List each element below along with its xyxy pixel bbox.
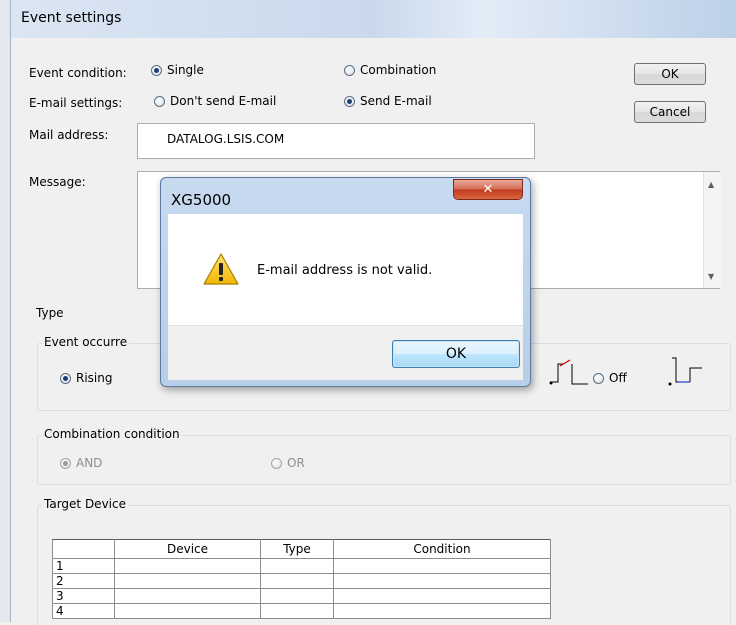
table-cell[interactable]	[333, 603, 551, 619]
radio-indicator	[60, 457, 71, 469]
type-label: Type	[36, 306, 64, 320]
row-number: 2	[52, 573, 115, 589]
table-cell[interactable]	[260, 603, 334, 619]
radio-indicator	[154, 95, 165, 107]
radio-indicator	[344, 64, 355, 76]
table-row[interactable]: 3	[52, 588, 551, 604]
falling-edge-waveform-icon	[549, 359, 588, 385]
event-condition-single-radio[interactable]: Single	[151, 63, 204, 77]
table-header-cell: Condition	[333, 539, 551, 559]
combination-condition-group: Combination condition AND OR	[37, 427, 731, 485]
combination-condition-label: Combination condition	[42, 427, 182, 441]
target-device-label: Target Device	[42, 497, 128, 511]
table-header-cell	[52, 539, 115, 559]
event-condition-combination-radio[interactable]: Combination	[344, 63, 436, 77]
window-titlebar[interactable]: Event settings	[11, 0, 736, 38]
dialog-title: XG5000	[171, 191, 232, 209]
table-header-cell: Type	[260, 539, 334, 559]
row-number: 4	[52, 603, 115, 619]
radio-indicator	[271, 457, 282, 469]
cancel-button[interactable]: Cancel	[634, 101, 706, 123]
table-cell[interactable]	[260, 558, 334, 574]
radio-indicator	[344, 95, 355, 107]
warning-icon	[203, 253, 239, 285]
dialog-ok-button[interactable]: OK	[392, 340, 520, 368]
mail-address-label: Mail address:	[29, 128, 109, 142]
rising-radio[interactable]: Rising	[60, 371, 112, 385]
table-cell[interactable]	[333, 558, 551, 574]
table-cell[interactable]	[114, 573, 261, 589]
and-radio[interactable]: AND	[60, 456, 102, 470]
target-device-group: Target Device Device Type Condition 1 2	[37, 497, 731, 625]
radio-indicator	[593, 372, 604, 384]
dialog-message: E-mail address is not valid.	[257, 263, 433, 278]
mail-address-input[interactable]: DATALOG.LSIS.COM	[137, 123, 535, 159]
radio-label: AND	[76, 456, 103, 470]
dialog-body: E-mail address is not valid.	[168, 214, 523, 325]
table-cell[interactable]	[114, 588, 261, 604]
xg5000-message-dialog: XG5000 ✕ E-mail address is not valid. OK	[160, 177, 531, 387]
scroll-up-arrow-icon[interactable]: ▲	[708, 180, 714, 189]
message-scrollbar[interactable]: ▲ ▼	[703, 172, 721, 288]
send-email-radio[interactable]: Send E-mail	[344, 94, 432, 108]
row-number: 1	[52, 558, 115, 574]
radio-label: Off	[609, 371, 627, 385]
window-title: Event settings	[21, 10, 122, 26]
message-label: Message:	[29, 175, 86, 189]
radio-label: Don't send E-mail	[170, 94, 277, 108]
table-header-cell: Device	[114, 539, 261, 559]
event-occurrence-label: Event occurre	[42, 335, 130, 349]
radio-label: Send E-mail	[360, 94, 432, 108]
radio-indicator	[151, 64, 162, 76]
target-device-table[interactable]: Device Type Condition 1 2 3 4	[52, 539, 551, 619]
desktop-edge	[0, 0, 10, 622]
radio-label: Combination	[360, 63, 437, 77]
table-cell[interactable]	[260, 573, 334, 589]
table-cell[interactable]	[114, 558, 261, 574]
event-condition-label: Event condition:	[29, 66, 127, 80]
radio-indicator	[60, 372, 71, 384]
table-cell[interactable]	[260, 588, 334, 604]
table-header-row: Device Type Condition	[52, 539, 551, 559]
table-cell[interactable]	[333, 573, 551, 589]
table-cell[interactable]	[333, 588, 551, 604]
table-row[interactable]: 1	[52, 558, 551, 574]
row-number: 3	[52, 588, 115, 604]
ok-button[interactable]: OK	[634, 63, 706, 85]
rising-edge-waveform-icon	[668, 357, 702, 386]
table-cell[interactable]	[114, 603, 261, 619]
off-radio[interactable]: Off	[593, 371, 627, 385]
email-settings-label: E-mail settings:	[29, 96, 123, 110]
dont-send-email-radio[interactable]: Don't send E-mail	[154, 94, 276, 108]
table-row[interactable]: 2	[52, 573, 551, 589]
dialog-close-button[interactable]: ✕	[453, 179, 523, 200]
or-radio[interactable]: OR	[271, 456, 305, 470]
radio-label: Single	[167, 63, 204, 77]
radio-label: OR	[287, 456, 305, 470]
scroll-down-arrow-icon[interactable]: ▼	[708, 272, 714, 281]
close-icon: ✕	[482, 182, 494, 197]
table-row[interactable]: 4	[52, 603, 551, 619]
radio-label: Rising	[76, 371, 113, 385]
dialog-footer: OK	[168, 325, 523, 380]
